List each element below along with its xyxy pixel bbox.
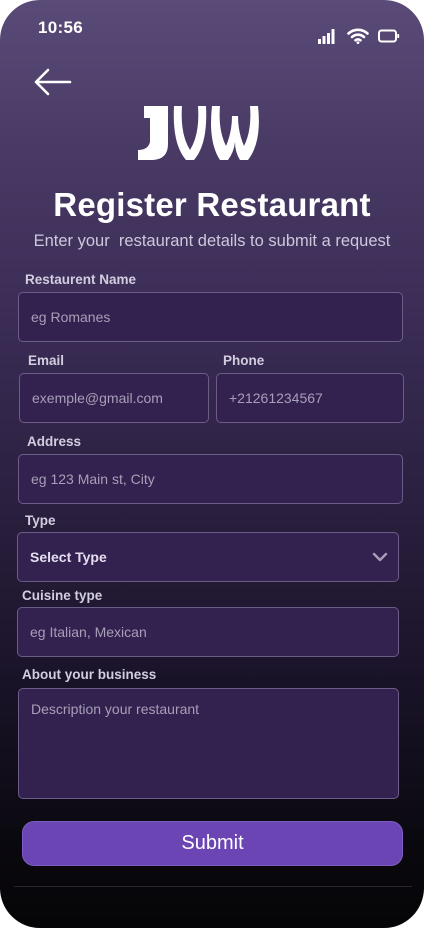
about-label: About your business: [22, 667, 157, 682]
phone-label: Phone: [223, 353, 265, 368]
bottom-divider: [14, 886, 412, 887]
signal-icon: [318, 29, 335, 44]
restaurant-name-input[interactable]: [18, 292, 403, 342]
submit-button[interactable]: Submit: [22, 821, 403, 866]
battery-icon: [378, 29, 400, 43]
phone-screen: 10:56 Register Restaurant Enter your res…: [0, 0, 424, 928]
email-label: Email: [28, 353, 65, 368]
page-subtitle: Enter your restaurant details to submit …: [33, 232, 391, 250]
wifi-icon: [347, 28, 369, 44]
about-textarea[interactable]: [18, 688, 399, 799]
page-title: Register Restaurant: [53, 186, 371, 223]
status-icons: [318, 28, 400, 44]
type-select-value: Select Type: [30, 549, 107, 565]
chevron-down-icon: [372, 552, 388, 562]
type-label: Type: [25, 513, 56, 528]
phone-field[interactable]: [216, 373, 404, 423]
restaurant-name-label: Restaurent Name: [25, 272, 137, 287]
cuisine-label: Cuisine type: [22, 588, 103, 603]
type-select[interactable]: Select Type: [17, 532, 399, 582]
status-time: 10:56: [38, 18, 83, 37]
cuisine-input[interactable]: [17, 607, 399, 657]
address-label: Address: [27, 434, 82, 449]
address-input[interactable]: [18, 454, 403, 504]
brand-logo: [138, 106, 259, 160]
email-field[interactable]: [19, 373, 209, 423]
back-arrow-icon[interactable]: [30, 64, 74, 100]
